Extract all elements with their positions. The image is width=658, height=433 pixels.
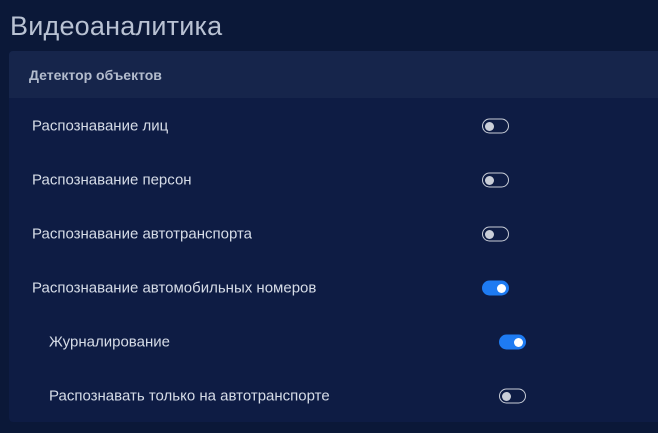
page-title: Видеоаналитика xyxy=(10,11,223,41)
setting-label: Журналирование xyxy=(49,333,170,351)
setting-label: Распознавать только на автотранспорте xyxy=(49,387,330,405)
toggle-knob xyxy=(485,175,494,185)
setting-row-face-recognition: Распознавание лиц xyxy=(9,106,658,146)
face-recognition-toggle[interactable] xyxy=(482,118,509,134)
setting-row-person-recognition: Распознавание персон xyxy=(9,160,658,200)
setting-row-vehicle-recognition: Распознавание автотранспорта xyxy=(9,214,658,254)
toggle-knob xyxy=(485,121,494,131)
logging-toggle[interactable] xyxy=(499,334,526,350)
vehicle-recognition-toggle[interactable] xyxy=(482,226,509,242)
only-on-vehicles-toggle[interactable] xyxy=(499,388,526,404)
setting-row-only-on-vehicles: Распознавать только на автотранспорте xyxy=(9,376,658,416)
video-analytics-page: Видеоаналитика Детектор объектов Распозн… xyxy=(0,0,658,433)
object-detector-panel: Детектор объектов Распознавание лиц Расп… xyxy=(9,51,658,422)
toggle-knob xyxy=(485,229,494,239)
toggle-knob xyxy=(502,391,511,401)
panel-header-title: Детектор объектов xyxy=(29,66,162,83)
setting-row-license-plate-recognition: Распознавание автомобильных номеров xyxy=(9,268,658,308)
toggle-knob xyxy=(497,283,506,293)
setting-label: Распознавание автотранспорта xyxy=(32,225,253,243)
person-recognition-toggle[interactable] xyxy=(482,172,509,188)
panel-header: Детектор объектов xyxy=(9,51,658,98)
setting-row-logging: Журналирование xyxy=(9,322,658,362)
setting-label: Распознавание автомобильных номеров xyxy=(32,279,317,297)
license-plate-recognition-toggle[interactable] xyxy=(482,280,509,296)
setting-label: Распознавание персон xyxy=(32,171,192,189)
setting-label: Распознавание лиц xyxy=(32,117,169,135)
toggle-knob xyxy=(514,337,523,347)
